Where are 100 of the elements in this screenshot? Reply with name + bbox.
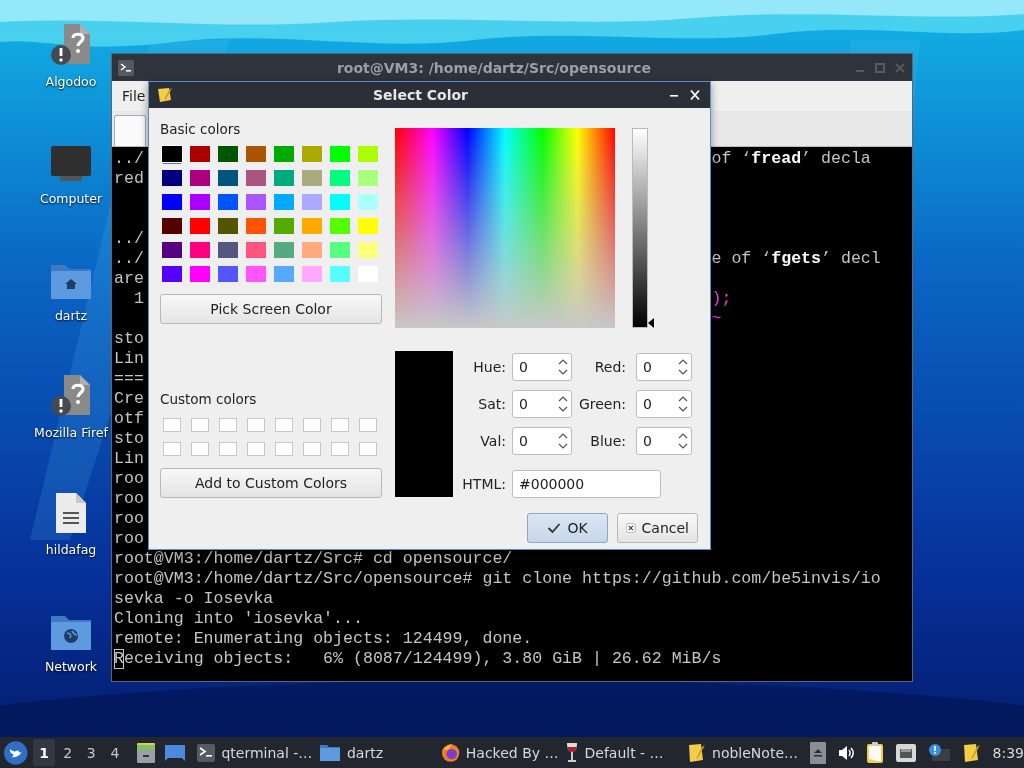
color-swatch[interactable] [246, 194, 266, 210]
close-icon[interactable] [688, 89, 702, 101]
color-swatch[interactable] [274, 170, 294, 186]
color-swatch[interactable] [358, 170, 378, 186]
custom-color-slot[interactable] [191, 442, 209, 456]
spin-box[interactable]: 0 [636, 390, 692, 418]
pick-screen-color-button[interactable]: Pick Screen Color [160, 294, 382, 324]
color-swatch[interactable] [358, 146, 378, 162]
color-swatch[interactable] [246, 218, 266, 234]
color-swatch[interactable] [302, 266, 322, 282]
color-swatch[interactable] [274, 242, 294, 258]
color-swatch[interactable] [330, 218, 350, 234]
custom-color-slot[interactable] [247, 418, 265, 432]
spin-box[interactable]: 0 [512, 427, 572, 455]
taskbar-button[interactable]: Default - … [562, 738, 681, 767]
color-swatch[interactable] [218, 266, 238, 282]
color-swatch[interactable] [162, 266, 182, 282]
slider-thumb[interactable] [648, 318, 654, 328]
color-swatch[interactable] [274, 194, 294, 210]
icon-label[interactable]: Network [44, 659, 98, 674]
home-folder-icon[interactable] [50, 262, 92, 300]
color-swatch[interactable] [162, 194, 182, 210]
color-swatch[interactable] [218, 218, 238, 234]
custom-color-slot[interactable] [219, 418, 237, 432]
file-cabinet-icon[interactable] [135, 741, 156, 764]
spin-box[interactable]: 0 [636, 427, 692, 455]
color-swatch[interactable] [218, 146, 238, 162]
color-swatch[interactable] [302, 146, 322, 162]
custom-color-slot[interactable] [191, 418, 209, 432]
color-swatch[interactable] [358, 194, 378, 210]
custom-color-slot[interactable] [275, 418, 293, 432]
color-swatch[interactable] [302, 218, 322, 234]
color-swatch[interactable] [162, 242, 182, 258]
hex-input-field[interactable]: #000000 [512, 470, 661, 498]
color-spectrum[interactable] [395, 128, 615, 328]
workspace-button[interactable]: 2 [57, 739, 79, 766]
color-swatch[interactable] [190, 170, 210, 186]
spin-box[interactable]: 0 [636, 353, 692, 381]
taskbar-button[interactable]: Hacked By … [438, 738, 559, 767]
spin-box[interactable]: 0 [512, 353, 572, 381]
color-swatch[interactable] [190, 242, 210, 258]
color-swatch[interactable] [274, 218, 294, 234]
document-icon[interactable] [54, 492, 88, 534]
custom-color-slot[interactable] [359, 442, 377, 456]
color-swatch[interactable] [358, 242, 378, 258]
icon-label[interactable]: Computer [39, 191, 103, 206]
clipboard-icon[interactable] [865, 741, 884, 764]
workspace-button[interactable]: 3 [80, 739, 103, 766]
taskbar-button[interactable]: nobleNote… [684, 738, 802, 767]
terminal-tab[interactable] [114, 115, 146, 146]
custom-color-slot[interactable] [219, 442, 237, 456]
custom-color-slot[interactable] [303, 418, 321, 432]
custom-color-slot[interactable] [359, 418, 377, 432]
taskbar-button[interactable]: dartz [316, 738, 435, 767]
custom-color-slot[interactable] [247, 442, 265, 456]
add-custom-color-button[interactable]: Add to Custom Colors [160, 468, 382, 498]
start-menu-icon[interactable] [3, 739, 29, 766]
eject-icon[interactable] [809, 741, 826, 764]
color-swatch[interactable] [190, 146, 210, 162]
ethernet-icon[interactable] [894, 742, 917, 763]
color-swatch[interactable] [218, 170, 238, 186]
color-swatch[interactable] [162, 170, 182, 186]
custom-color-slot[interactable] [163, 418, 181, 432]
custom-color-slot[interactable] [163, 442, 181, 456]
workspace-button[interactable]: 4 [104, 739, 126, 766]
color-swatch[interactable] [190, 218, 210, 234]
color-swatch[interactable] [330, 194, 350, 210]
show-desktop-icon[interactable] [163, 743, 186, 762]
color-swatch[interactable] [162, 146, 182, 162]
color-swatch[interactable] [330, 266, 350, 282]
color-swatch[interactable] [302, 242, 322, 258]
color-swatch[interactable] [302, 170, 322, 186]
color-swatch[interactable] [302, 194, 322, 210]
color-swatch[interactable] [274, 146, 294, 162]
custom-color-slot[interactable] [331, 442, 349, 456]
icon-label[interactable]: hildafag [45, 542, 97, 557]
color-swatch[interactable] [330, 242, 350, 258]
custom-color-slot[interactable] [275, 442, 293, 456]
color-swatch[interactable] [274, 266, 294, 282]
unknown-file-icon[interactable] [50, 22, 92, 66]
color-swatch[interactable] [246, 146, 266, 162]
network-folder-icon[interactable] [50, 613, 92, 651]
menu-item[interactable]: File [122, 88, 146, 104]
monitor-icon[interactable] [50, 145, 92, 183]
icon-label[interactable]: dartz [54, 308, 88, 323]
speaker-icon[interactable] [836, 743, 855, 762]
custom-color-slot[interactable] [331, 418, 349, 432]
notification-icon[interactable] [927, 742, 950, 763]
spin-box[interactable]: 0 [512, 390, 572, 418]
color-swatch[interactable] [246, 170, 266, 186]
color-swatch[interactable] [218, 242, 238, 258]
unknown-file-icon[interactable] [50, 373, 92, 417]
cancel-button[interactable]: Cancel [617, 513, 698, 543]
color-swatch[interactable] [190, 194, 210, 210]
color-swatch[interactable] [218, 194, 238, 210]
taskbar-button[interactable]: qterminal -… [195, 738, 313, 767]
color-swatch[interactable] [162, 218, 182, 234]
color-swatch[interactable] [330, 146, 350, 162]
color-swatch[interactable] [246, 242, 266, 258]
custom-color-slot[interactable] [303, 442, 321, 456]
